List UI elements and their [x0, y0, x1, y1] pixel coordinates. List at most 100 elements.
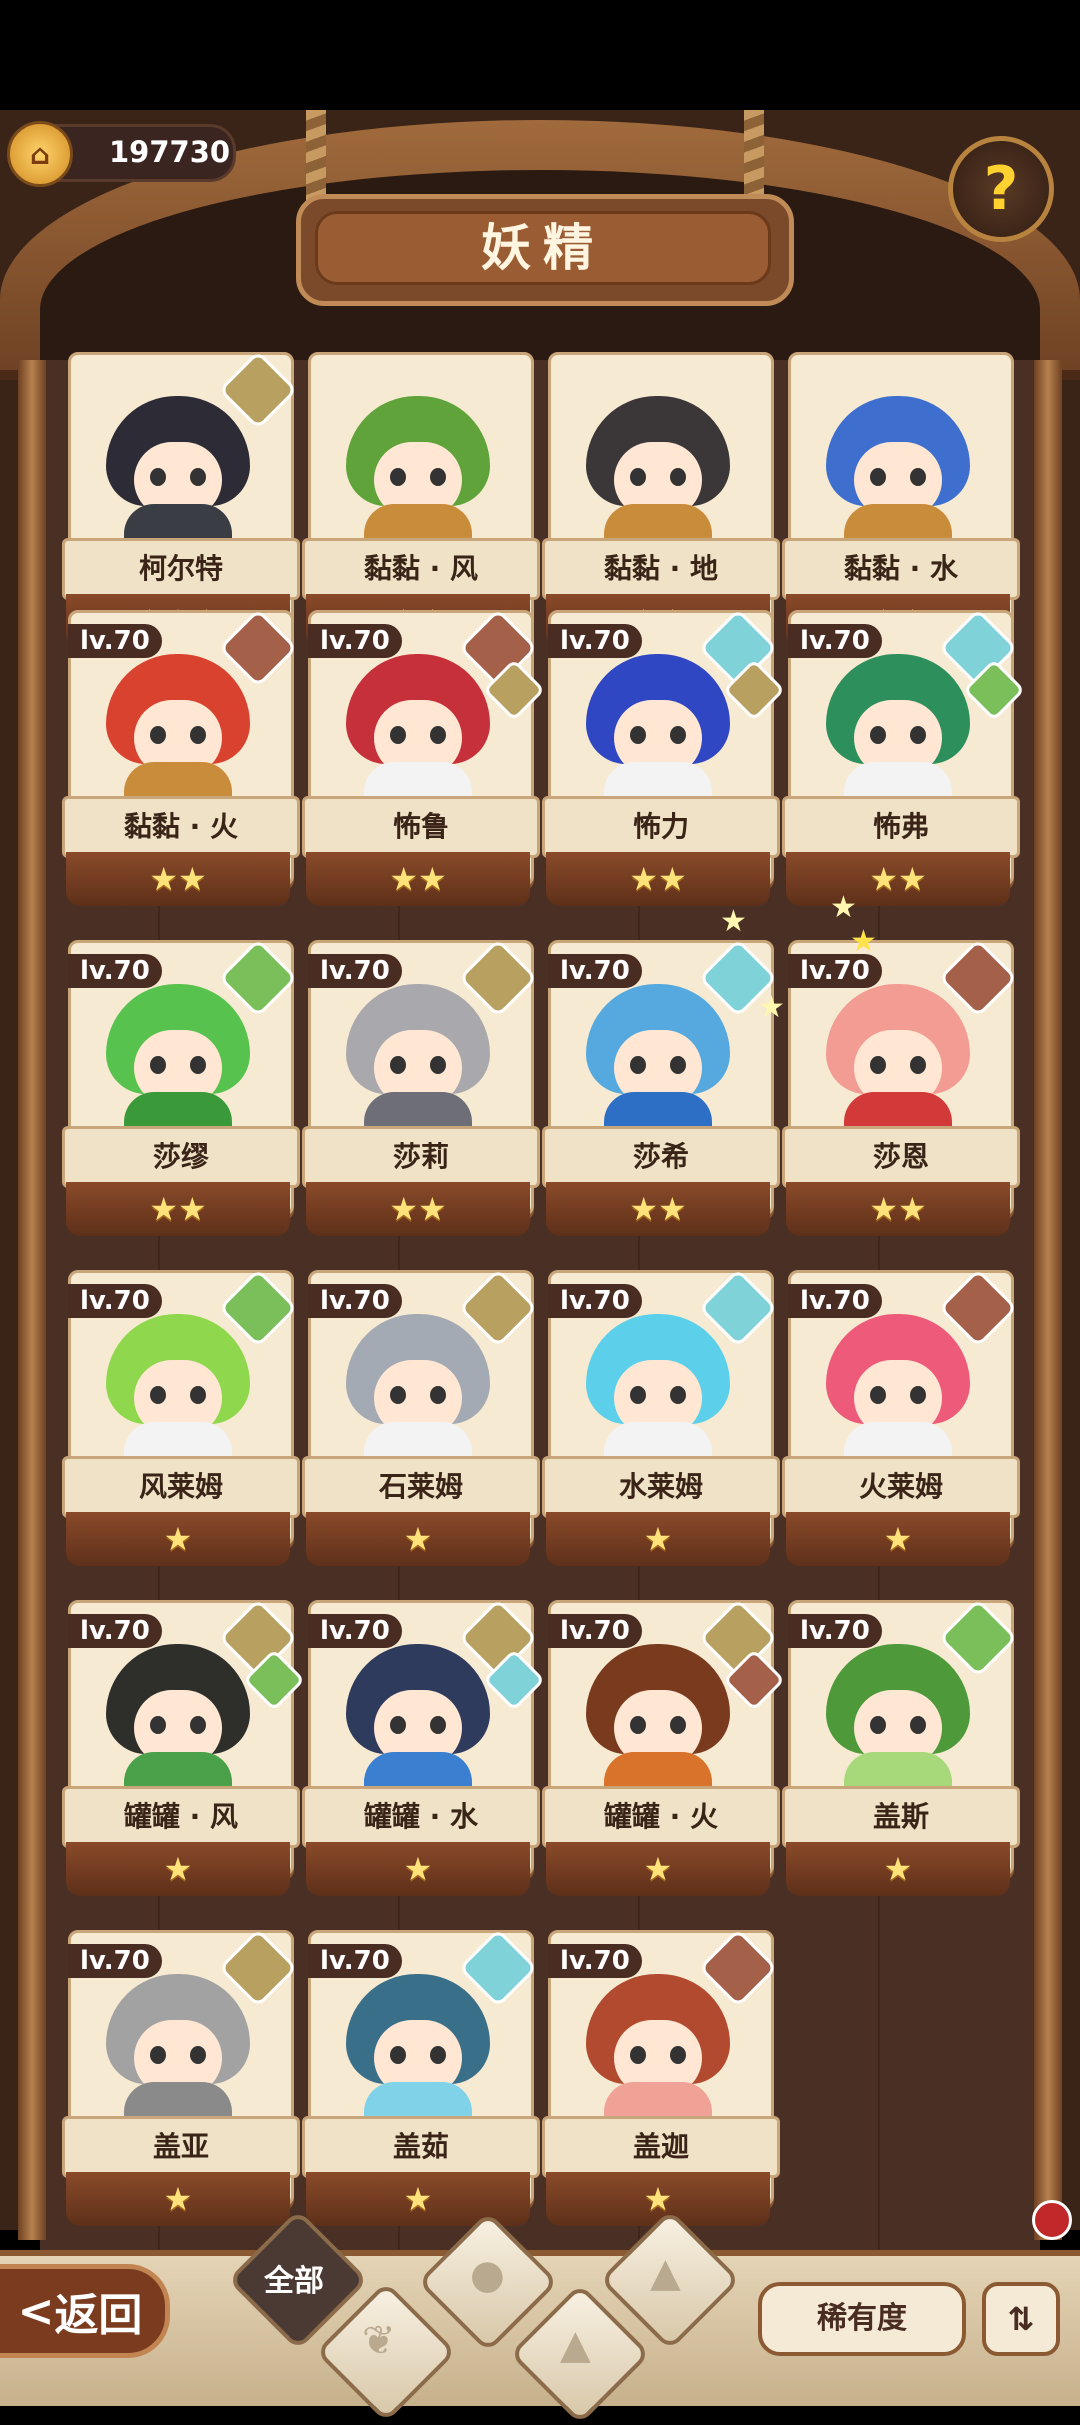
hero-level: lv.70 [68, 1944, 162, 1978]
hero-card[interactable]: lv.70 盖亚 ★ [62, 1928, 300, 2236]
star-rating: ★ [403, 1520, 433, 1558]
chevron-left-icon: < [17, 2285, 55, 2337]
hero-portrait [336, 1964, 500, 2126]
hero-portrait [816, 644, 980, 806]
sparkle-star-icon: ★ [758, 990, 785, 1025]
hero-name: 莎希 [542, 1126, 780, 1188]
sparkle-star-icon: ★ [850, 924, 877, 959]
hero-stars: ★★ [546, 1182, 770, 1236]
hero-portrait [336, 644, 500, 806]
mountain-icon: ▲ [650, 2250, 681, 2296]
sparkle-effect: ★ ★ ★ ★ [720, 880, 880, 1025]
hero-portrait [576, 1304, 740, 1466]
hero-portrait [96, 644, 260, 806]
hero-level: lv.70 [548, 1944, 642, 1978]
hero-card[interactable]: lv.70 火莱姆 ★ [782, 1268, 1020, 1576]
hero-name: 火莱姆 [782, 1456, 1020, 1518]
hero-card[interactable]: lv.70 黏黏 · 火 ★★ [62, 608, 300, 916]
sparkle-star-icon: ★ [830, 890, 857, 925]
hero-card[interactable]: lv.70 石莱姆 ★ [302, 1268, 540, 1576]
hero-card[interactable]: lv.70 怖鲁 ★★ [302, 608, 546, 916]
star-rating: ★★ [149, 1190, 207, 1228]
hero-stars: ★ [786, 1842, 1010, 1896]
hero-portrait [816, 1304, 980, 1466]
hero-card[interactable]: lv.70 盖茹 ★ [302, 1928, 540, 2236]
sparkle-star-icon: ★ [720, 904, 747, 939]
hero-card[interactable]: lv.70 盖迦 ★ [542, 1928, 780, 2236]
hero-card[interactable]: lv.70 罐罐 · 火 ★ [542, 1598, 786, 1906]
hero-portrait [576, 1634, 740, 1796]
hero-card[interactable]: lv.70 莎莉 ★★ [302, 938, 540, 1246]
rarity-sort-button[interactable]: 稀有度 [758, 2282, 966, 2356]
hero-name: 石莱姆 [302, 1456, 540, 1518]
star-rating: ★ [163, 1520, 193, 1558]
back-label: 返回 [54, 2290, 143, 2341]
hero-portrait [336, 1304, 500, 1466]
star-rating: ★★ [629, 1190, 687, 1228]
hero-level: lv.70 [308, 1614, 402, 1648]
hero-level: lv.70 [548, 1614, 642, 1648]
hero-name: 莎莉 [302, 1126, 540, 1188]
hero-name: 黏黏 · 火 [62, 796, 300, 858]
hero-name: 盖斯 [782, 1786, 1020, 1848]
hero-card[interactable]: lv.70 罐罐 · 风 ★ [62, 1598, 306, 1906]
hero-portrait [336, 386, 500, 548]
sort-order-button[interactable]: ⇅ [982, 2282, 1060, 2356]
hero-name: 莎恩 [782, 1126, 1020, 1188]
status-bar [0, 0, 1080, 110]
hero-level: lv.70 [548, 1284, 642, 1318]
hero-level: lv.70 [68, 1284, 162, 1318]
hero-stars: ★ [546, 1512, 770, 1566]
question-icon: ? [983, 154, 1019, 224]
sprout-icon: ❦ [362, 2318, 396, 2364]
hero-card[interactable]: lv.70 罐罐 · 水 ★ [302, 1598, 546, 1906]
hero-level: lv.70 [788, 624, 882, 658]
hero-level: lv.70 [68, 1614, 162, 1648]
filter-all-label: 全部 [264, 2264, 324, 2299]
hero-stars: ★★ [786, 1182, 1010, 1236]
star-rating: ★ [163, 2180, 193, 2218]
hero-stars: ★★ [306, 852, 530, 906]
star-rating: ★ [883, 1850, 913, 1888]
title-sign: 妖精 [296, 194, 794, 306]
hero-stars: ★ [66, 1512, 290, 1566]
hero-card[interactable]: lv.70 盖斯 ★ [782, 1598, 1020, 1906]
hero-level: lv.70 [308, 1284, 402, 1318]
hero-stars: ★ [66, 2172, 290, 2226]
hero-portrait [96, 1964, 260, 2126]
hero-level: lv.70 [548, 954, 642, 988]
hero-name: 黏黏 · 水 [782, 538, 1020, 600]
hero-level: lv.70 [308, 954, 402, 988]
hero-stars: ★ [66, 1842, 290, 1896]
star-rating: ★ [643, 2180, 673, 2218]
hero-stars: ★ [306, 1512, 530, 1566]
hero-card[interactable]: lv.70 莎缪 ★★ [62, 938, 300, 1246]
help-button[interactable]: ? [948, 136, 1054, 242]
back-button[interactable]: < 返回 [0, 2264, 170, 2358]
star-rating: ★ [403, 1850, 433, 1888]
hero-card[interactable]: lv.70 怖力 ★★ [542, 608, 786, 916]
star-rating: ★★ [629, 860, 687, 898]
hero-stars: ★★ [306, 1182, 530, 1236]
hero-level: lv.70 [788, 1614, 882, 1648]
hero-card[interactable]: lv.70 怖弗 ★★ [782, 608, 1026, 916]
hero-name: 水莱姆 [542, 1456, 780, 1518]
star-rating: ★ [163, 1850, 193, 1888]
hero-card[interactable]: lv.70 风莱姆 ★ [62, 1268, 300, 1576]
hero-stars: ★★ [66, 1182, 290, 1236]
hero-name: 黏黏 · 地 [542, 538, 780, 600]
hero-stars: ★ [546, 1842, 770, 1896]
hero-portrait [96, 1304, 260, 1466]
hero-stars: ★ [306, 1842, 530, 1896]
right-post [1034, 360, 1062, 2240]
star-rating: ★ [643, 1850, 673, 1888]
hero-name: 风莱姆 [62, 1456, 300, 1518]
hero-name: 莎缪 [62, 1126, 300, 1188]
star-rating: ★ [883, 1520, 913, 1558]
hero-portrait [96, 974, 260, 1136]
hero-name: 怖鲁 [302, 796, 540, 858]
hero-card[interactable]: lv.70 水莱姆 ★ [542, 1268, 780, 1576]
hero-portrait [96, 1634, 260, 1796]
hero-name: 罐罐 · 水 [302, 1786, 540, 1848]
hero-portrait [336, 974, 500, 1136]
